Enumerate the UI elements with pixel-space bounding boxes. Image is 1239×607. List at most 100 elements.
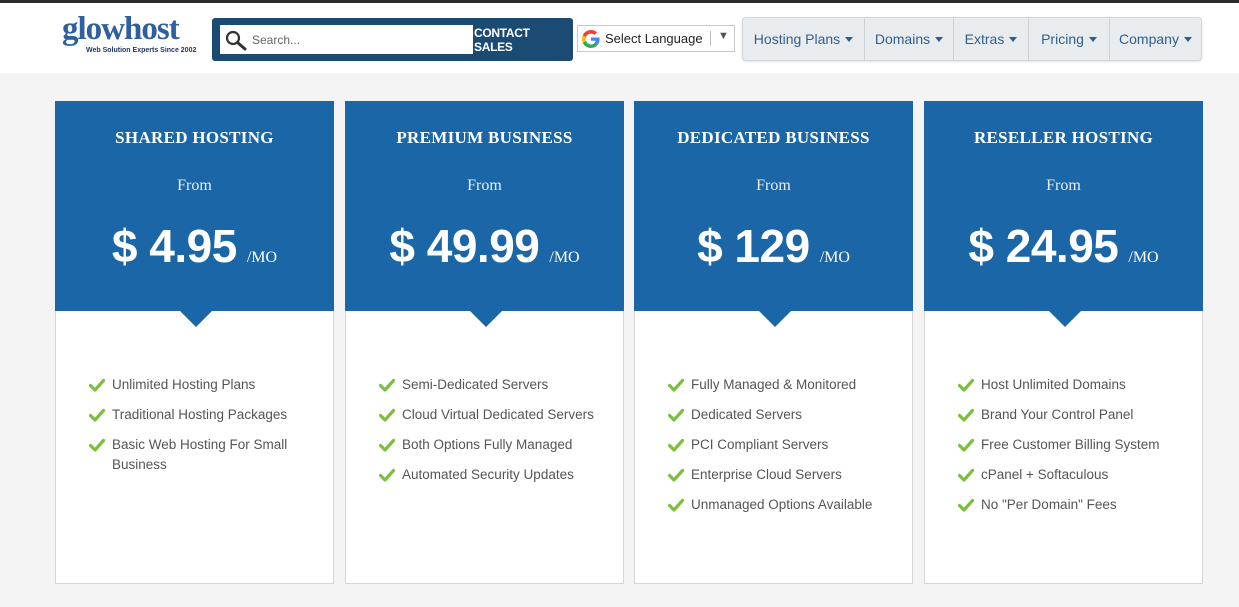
plan-from-label: From: [177, 177, 212, 194]
checkmark-icon: [958, 408, 974, 422]
caret-down-icon: [1088, 36, 1097, 42]
caret-down-icon: [1009, 36, 1018, 42]
checkmark-icon: [89, 408, 105, 422]
main-nav: Hosting Plans Domains Extras Pricing Company: [742, 17, 1202, 61]
checkmark-icon: [668, 468, 684, 482]
plan-feature: Dedicated Servers: [667, 405, 887, 425]
plan-feature-list: Semi-Dedicated Servers Cloud Virtual Dedi…: [378, 375, 598, 495]
google-g-icon: [582, 29, 600, 48]
search-input[interactable]: [252, 25, 467, 54]
chevron-down-icon: ▼: [718, 30, 729, 42]
plan-feature-list: Host Unlimited Domains Brand Your Control…: [957, 375, 1177, 525]
plan-feature: Host Unlimited Domains: [957, 375, 1177, 395]
plan-feature: Unlimited Hosting Plans: [88, 375, 308, 395]
plan-feature-text: Fully Managed & Monitored: [691, 377, 857, 392]
language-label: Select Language: [605, 31, 703, 46]
search-icon[interactable]: [224, 29, 248, 51]
plan-feature: Fully Managed & Monitored: [667, 375, 887, 395]
plan-header: DEDICATED BUSINESS From $ 129/MO: [634, 101, 913, 311]
plan-feature: Automated Security Updates: [378, 465, 598, 485]
plan-price-row: $ 129/MO: [634, 219, 913, 273]
logo-tagline: Web Solution Experts Since 2002: [86, 47, 197, 54]
nav-pricing[interactable]: Pricing: [1029, 18, 1110, 60]
checkmark-icon: [668, 498, 684, 512]
nav-item-label: Hosting Plans: [753, 31, 841, 47]
nav-item-label: Pricing: [1041, 31, 1084, 47]
plan-feature-text: Unlimited Hosting Plans: [112, 377, 256, 392]
plan-feature: Free Customer Billing System: [957, 435, 1177, 455]
nav-hosting-plans[interactable]: Hosting Plans: [743, 18, 865, 60]
plan-card-dedicated: DEDICATED BUSINESS From $ 129/MO Fully Mana…: [634, 101, 913, 584]
plan-from-label: From: [756, 177, 791, 194]
nav-item-label: Domains: [874, 31, 931, 47]
plan-title: DEDICATED BUSINESS: [677, 128, 870, 147]
plan-price-row: $ 4.95/MO: [55, 219, 334, 273]
plan-feature-text: Dedicated Servers: [691, 407, 803, 422]
search-bar: CONTACT SALES: [212, 18, 573, 61]
glowhost-logo[interactable]: glowhost Web Solution Experts Since 2002: [60, 11, 197, 59]
plan-price-unit: /MO: [819, 249, 850, 266]
plan-header: PREMIUM BUSINESS From $ 49.99/MO: [345, 101, 624, 311]
checkmark-icon: [379, 408, 395, 422]
plan-header: SHARED HOSTING From $ 4.95/MO: [55, 101, 334, 311]
plan-feature: Semi-Dedicated Servers: [378, 375, 598, 395]
nav-company[interactable]: Company: [1110, 18, 1201, 60]
plan-from-label: From: [467, 177, 502, 194]
checkmark-icon: [668, 408, 684, 422]
caret-down-icon: [845, 36, 854, 42]
plan-feature: cPanel + Softaculous: [957, 465, 1177, 485]
plan-feature: No "Per Domain" Fees: [957, 495, 1177, 515]
plan-header: RESELLER HOSTING From $ 24.95/MO: [924, 101, 1203, 311]
plan-feature-text: Enterprise Cloud Servers: [691, 467, 842, 482]
plan-price-unit: /MO: [246, 249, 278, 266]
checkmark-icon: [668, 438, 684, 452]
plan-price-row: $ 49.99/MO: [345, 219, 624, 273]
logo-wordmark: glowhost: [62, 11, 180, 47]
plan-feature-text: Semi-Dedicated Servers: [402, 377, 549, 392]
checkmark-icon: [379, 468, 395, 482]
plan-price: $ 4.95: [111, 220, 237, 272]
plan-feature-text: Basic Web Hosting For Small Business: [112, 437, 288, 472]
plan-feature: Both Options Fully Managed: [378, 435, 598, 455]
plan-price-unit: /MO: [549, 249, 580, 266]
plan-title: SHARED HOSTING: [115, 128, 274, 147]
checkmark-icon: [379, 438, 395, 452]
plan-feature-list: Fully Managed & Monitored Dedicated Serve…: [667, 375, 887, 525]
checkmark-icon: [89, 438, 105, 452]
plan-feature: Enterprise Cloud Servers: [667, 465, 887, 485]
site-header: glowhost Web Solution Experts Since 2002…: [0, 3, 1239, 73]
checkmark-icon: [668, 378, 684, 392]
plan-feature-text: Unmanaged Options Available: [691, 497, 873, 512]
nav-domains[interactable]: Domains: [865, 18, 954, 60]
plan-feature-text: PCI Compliant Servers: [691, 437, 829, 452]
nav-extras[interactable]: Extras: [954, 18, 1029, 60]
plan-card-shared: SHARED HOSTING From $ 4.95/MO Unlimited Hos…: [55, 101, 334, 584]
contact-sales-button[interactable]: CONTACT SALES: [474, 25, 566, 54]
caret-down-icon: [1183, 36, 1192, 42]
caret-down-icon: [935, 36, 944, 42]
checkmark-icon: [89, 378, 105, 392]
plan-card-reseller: RESELLER HOSTING From $ 24.95/MO Host Unlim…: [924, 101, 1203, 584]
plan-feature: Basic Web Hosting For Small Business: [88, 435, 308, 475]
nav-item-label: Extras: [964, 31, 1005, 47]
nav-item-label: Company: [1119, 31, 1179, 47]
language-selector[interactable]: Select Language ▼: [577, 25, 735, 52]
plan-header-notch: [1049, 311, 1081, 327]
plan-feature-text: Traditional Hosting Packages: [112, 407, 288, 422]
plan-feature-text: Free Customer Billing System: [981, 437, 1160, 452]
plan-header-notch: [470, 311, 502, 327]
checkmark-icon: [958, 378, 974, 392]
plan-card-premium: PREMIUM BUSINESS From $ 49.99/MO Semi-Dedic…: [345, 101, 624, 584]
plan-title: PREMIUM BUSINESS: [396, 128, 573, 147]
plan-feature-text: Brand Your Control Panel: [981, 407, 1134, 422]
plan-feature: Unmanaged Options Available: [667, 495, 887, 515]
language-divider: [710, 31, 711, 46]
plan-price: $ 129: [697, 220, 810, 272]
plan-feature-text: Both Options Fully Managed: [402, 437, 573, 452]
plan-feature-text: Host Unlimited Domains: [981, 377, 1126, 392]
plan-feature-text: cPanel + Softaculous: [981, 467, 1109, 482]
plan-price-row: $ 24.95/MO: [924, 219, 1203, 273]
plan-feature: Traditional Hosting Packages: [88, 405, 308, 425]
plan-price: $ 49.99: [389, 220, 540, 272]
plan-feature-list: Unlimited Hosting Plans Traditional Hosti…: [88, 375, 308, 485]
